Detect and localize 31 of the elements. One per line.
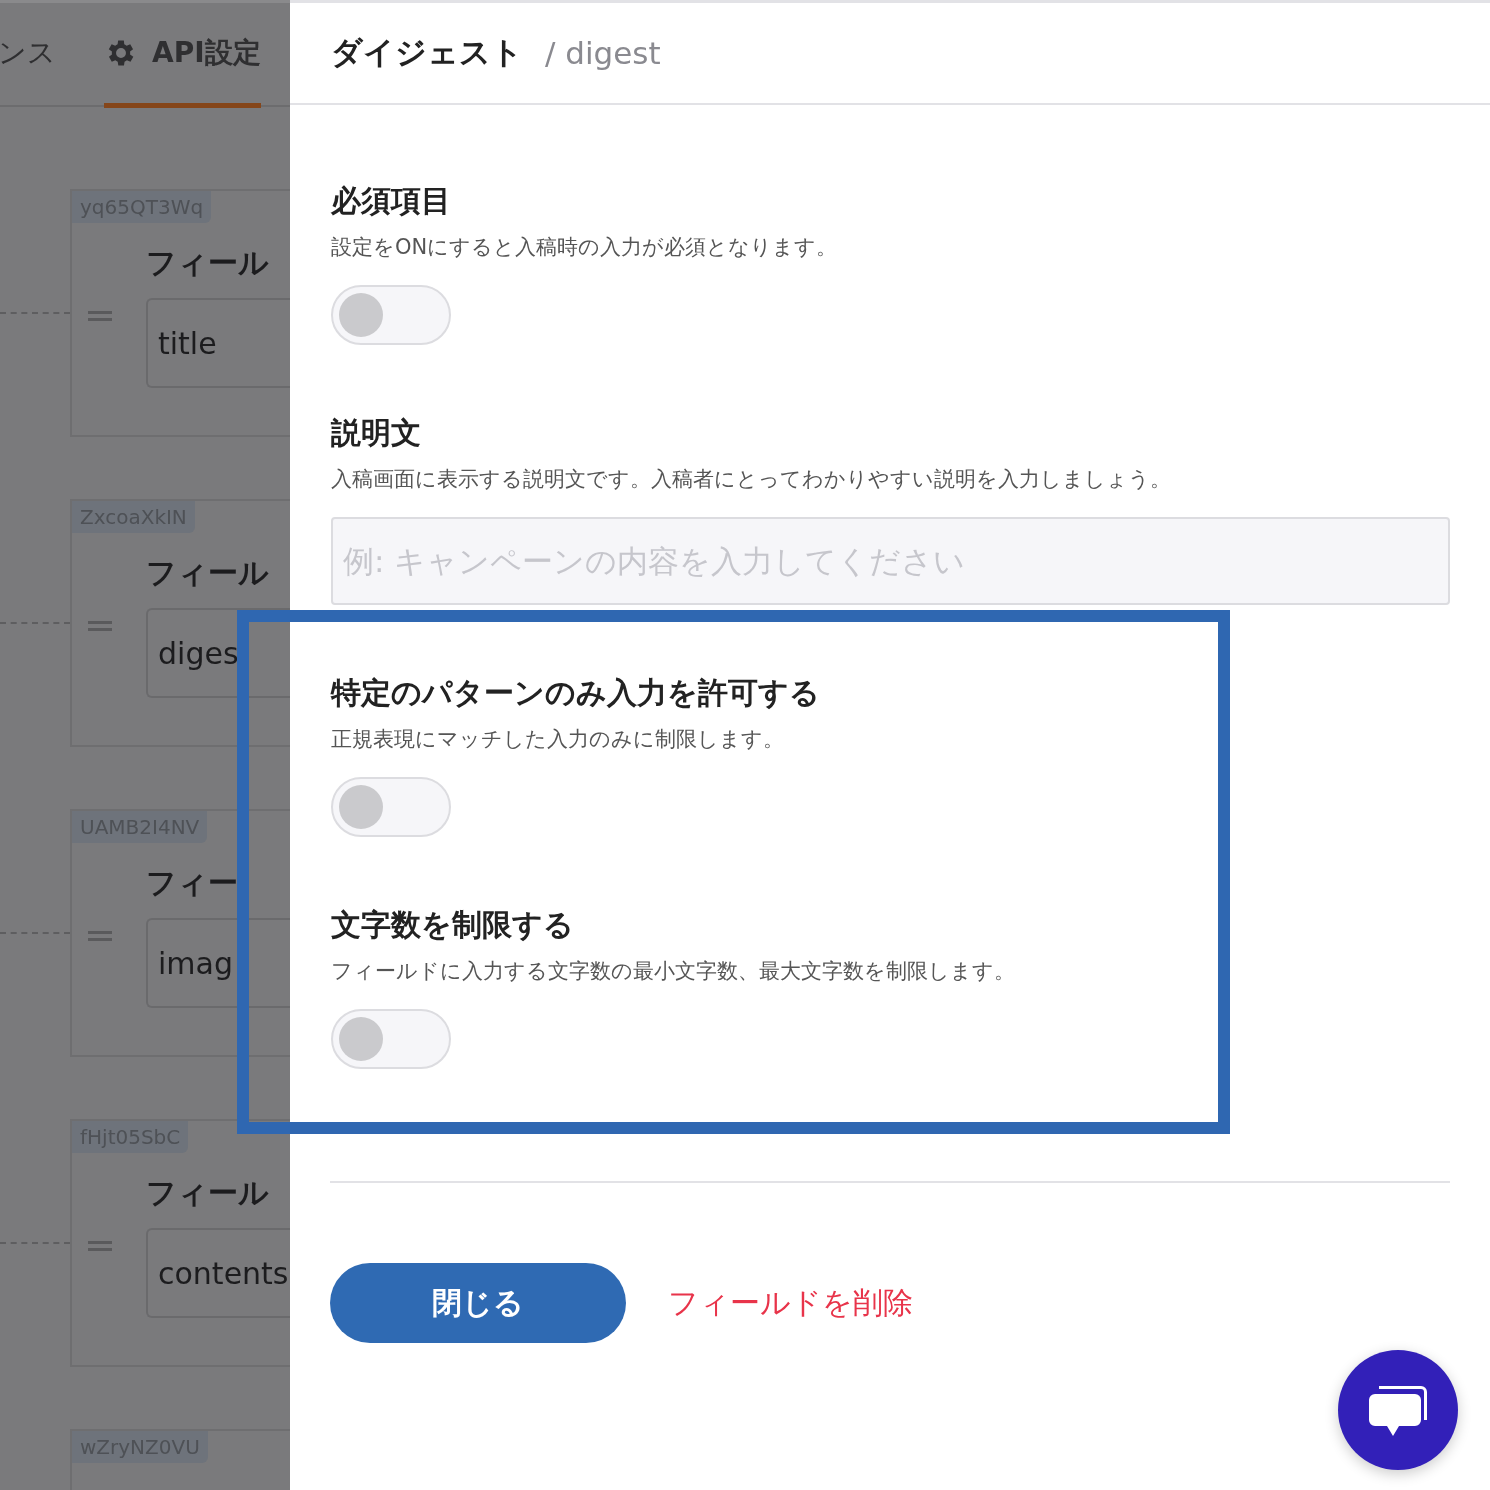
api-name: / digest: [545, 35, 661, 71]
toggle-switch[interactable]: [331, 285, 451, 345]
field-value: title: [158, 325, 217, 361]
section-description: 入稿画面に表示する説明文です。入稿者にとってわかりやすい説明を入力しましょう。: [331, 466, 1172, 493]
field-value: contents: [158, 1255, 289, 1291]
section-title: 説明文: [331, 415, 422, 451]
drag-handle-icon[interactable]: [88, 310, 112, 321]
tab-label: API設定: [152, 35, 261, 71]
section-title: 文字数を制限する: [331, 907, 575, 943]
tab[interactable]: ンス: [0, 3, 56, 108]
close-button[interactable]: 閉じる: [330, 1263, 626, 1343]
section-description: フィールドに入力する文字数の最小文字数、最大文字数を制限します。: [331, 958, 1016, 985]
delete-field-link[interactable]: フィールドを削除: [668, 1282, 913, 1324]
field-heading: フィー: [146, 864, 238, 902]
drag-handle-icon[interactable]: [88, 1240, 112, 1251]
toggle-switch[interactable]: [331, 777, 451, 837]
section-description: 設定をONにすると入稿時の入力が必須となります。: [331, 234, 839, 261]
toggle-switch[interactable]: [331, 1009, 451, 1069]
tab-label: ンス: [0, 35, 56, 71]
field-heading: フィール: [146, 244, 269, 282]
section-description: 正規表現にマッチした入力のみに制限します。: [331, 726, 785, 753]
section-title: 特定のパターンのみ入力を許可する: [331, 675, 821, 711]
field-heading: フィール: [146, 554, 269, 592]
drag-handle-icon[interactable]: [88, 620, 112, 631]
tab[interactable]: API設定: [104, 3, 261, 108]
field-value: diges: [158, 635, 239, 671]
drawer-title: ダイジェスト: [331, 33, 523, 72]
field-heading: フィール: [146, 1174, 269, 1212]
section-title: 必須項目: [331, 183, 452, 219]
drag-handle-icon[interactable]: [88, 930, 112, 941]
field-value: imag: [158, 945, 233, 981]
